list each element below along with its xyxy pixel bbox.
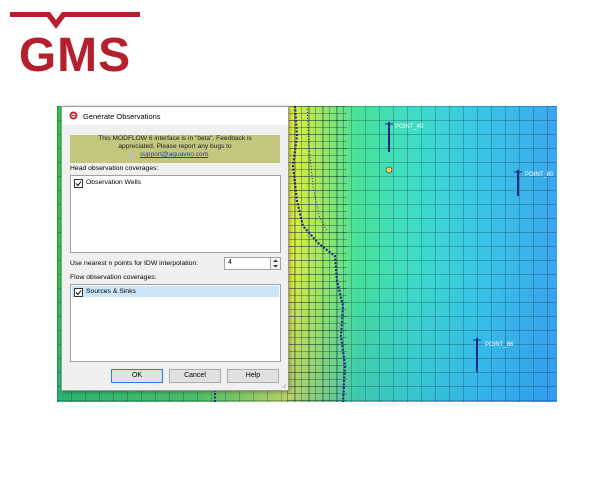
beta-link-suffix: . <box>208 151 211 158</box>
spin-arrows-icon <box>273 259 278 268</box>
head-coverages-label: Head observation coverages: <box>70 165 159 172</box>
beta-notice-line1: This MODFLOW 6 interface is in "beta". F… <box>98 135 252 142</box>
idw-label: Use nearest n points for IDW interpolati… <box>70 260 199 267</box>
well-label: POINT_80 <box>525 172 554 178</box>
gms-logo: GMS <box>10 8 140 88</box>
app-icon <box>69 111 78 120</box>
spinner-buttons[interactable] <box>270 258 280 269</box>
sources-sinks-checkbox[interactable] <box>74 288 83 297</box>
beta-notice-banner: This MODFLOW 6 interface is in "beta". F… <box>70 135 280 163</box>
idw-points-value: 4 <box>228 259 232 266</box>
sources-sinks-label: Sources & Sinks <box>86 288 136 295</box>
idw-points-spinner[interactable]: 4 <box>224 257 281 270</box>
observation-wells-checkbox[interactable] <box>74 179 83 188</box>
checkmark-icon <box>75 290 82 296</box>
resize-grip-icon[interactable] <box>280 382 286 388</box>
support-email-link[interactable]: support@aquaveo.com <box>140 151 208 158</box>
observation-well-marker[interactable] <box>383 122 403 182</box>
beta-notice-line2: appreciated. Please report any bugs to <box>118 143 232 150</box>
ok-button[interactable]: OK <box>111 369 163 383</box>
well-label: POINT_40 <box>395 124 424 130</box>
well-label: POINT_86 <box>485 342 514 348</box>
head-coverages-list[interactable]: Observation Wells <box>70 175 281 253</box>
flow-coverages-list[interactable]: Sources & Sinks <box>70 284 281 362</box>
logo-text: GMS <box>18 29 132 82</box>
dialog-titlebar[interactable]: Generate Observations <box>62 107 288 125</box>
observation-well-marker[interactable] <box>473 338 485 378</box>
dialog-title: Generate Observations <box>83 112 161 121</box>
help-button[interactable]: Help <box>227 369 279 383</box>
observation-wells-label: Observation Wells <box>86 179 142 186</box>
checkmark-icon <box>75 181 82 187</box>
cancel-button[interactable]: Cancel <box>169 369 221 383</box>
generate-observations-dialog: Generate Observations This MODFLOW 6 int… <box>61 106 289 391</box>
flow-coverages-label: Flow observation coverages: <box>70 274 157 281</box>
